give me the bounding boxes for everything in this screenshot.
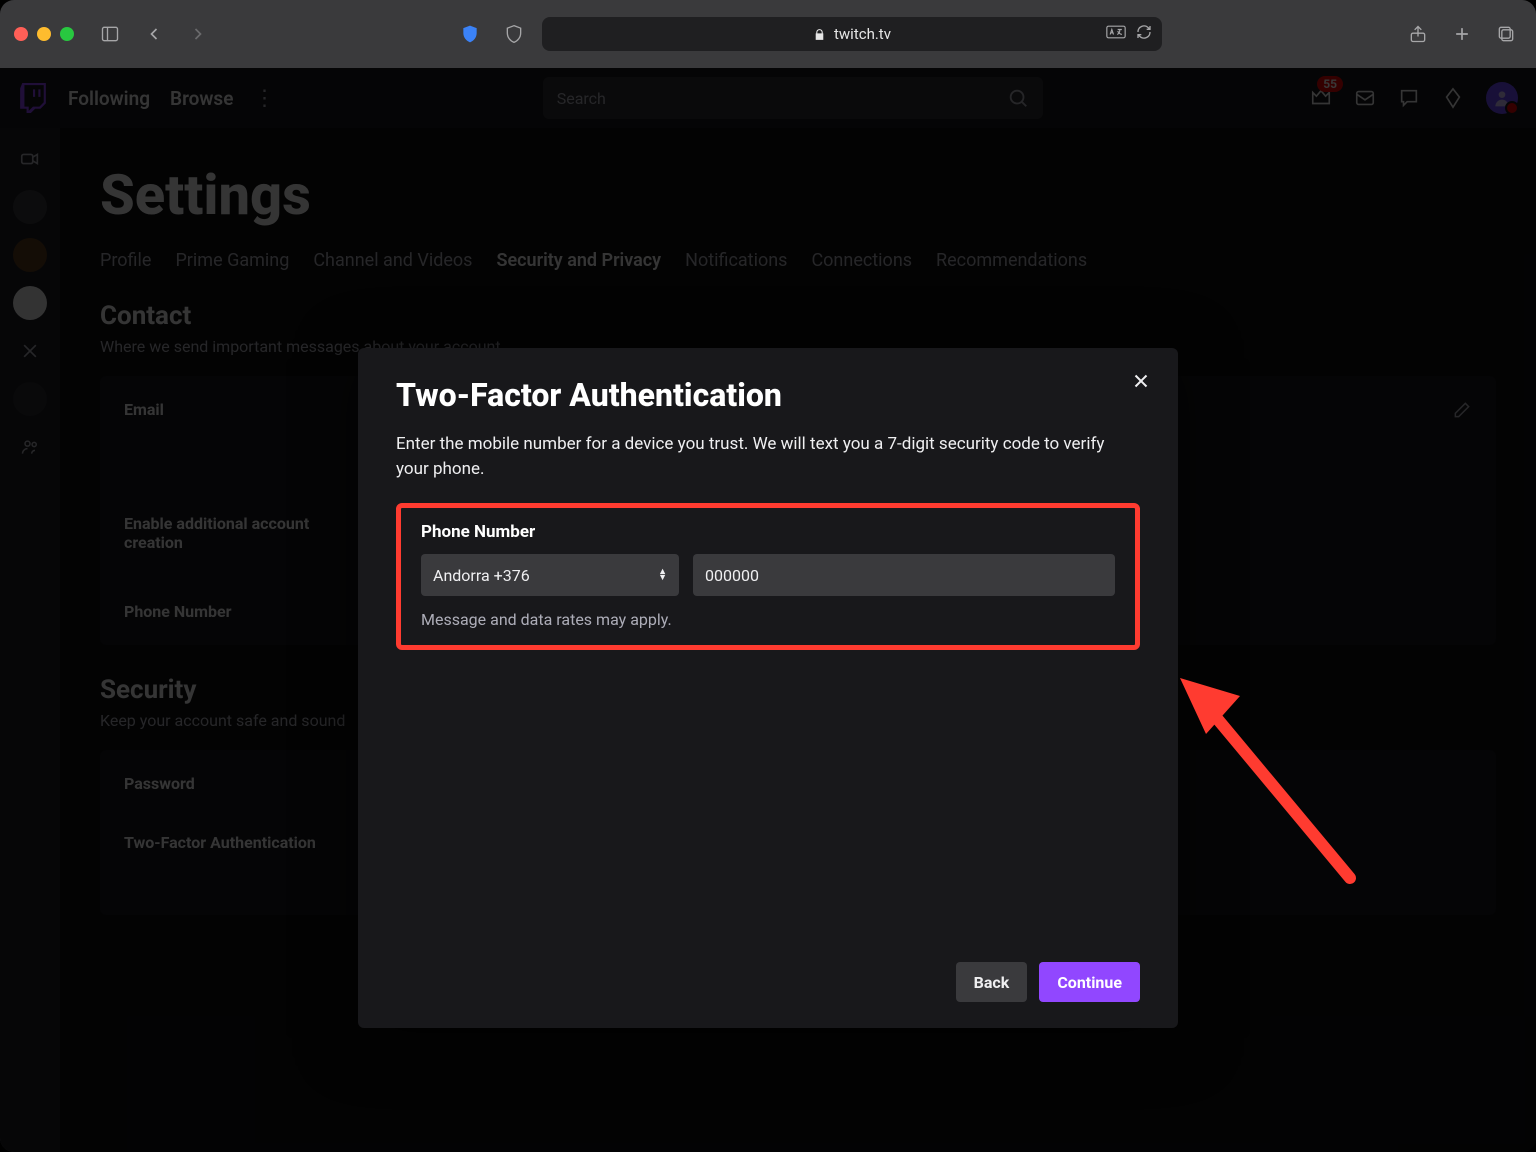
reload-icon[interactable] bbox=[1136, 24, 1152, 44]
browser-window: twitch.tv Following bbox=[0, 0, 1536, 1152]
country-code-select[interactable]: Andorra +376 ▲▼ bbox=[421, 554, 679, 596]
back-button-icon[interactable] bbox=[138, 20, 170, 48]
continue-button[interactable]: Continue bbox=[1039, 962, 1140, 1002]
forward-button-icon bbox=[182, 20, 214, 48]
modal-close-button[interactable] bbox=[1126, 366, 1156, 396]
page: Following Browse ⋮ Search 55 bbox=[0, 68, 1536, 1152]
phone-field-label: Phone Number bbox=[421, 522, 1115, 542]
country-code-value: Andorra +376 bbox=[433, 566, 530, 585]
modal-description: Enter the mobile number for a device you… bbox=[396, 432, 1140, 481]
privacy-shield-icon[interactable] bbox=[454, 20, 486, 48]
window-close-button[interactable] bbox=[14, 27, 28, 41]
tracker-shield-icon[interactable] bbox=[498, 20, 530, 48]
modal-title: Two-Factor Authentication bbox=[396, 376, 1140, 414]
address-bar[interactable]: twitch.tv bbox=[542, 17, 1162, 51]
share-icon[interactable] bbox=[1402, 20, 1434, 48]
two-factor-modal: Two-Factor Authentication Enter the mobi… bbox=[358, 348, 1178, 1028]
highlighted-phone-section: Phone Number Andorra +376 ▲▼ Message and… bbox=[396, 503, 1140, 650]
phone-number-input[interactable] bbox=[693, 554, 1115, 596]
tabs-overview-icon[interactable] bbox=[1490, 20, 1522, 48]
url-text: twitch.tv bbox=[834, 25, 891, 43]
titlebar: twitch.tv bbox=[0, 0, 1536, 68]
translate-icon[interactable] bbox=[1106, 25, 1126, 43]
traffic-lights bbox=[14, 27, 74, 41]
window-maximize-button[interactable] bbox=[60, 27, 74, 41]
sidebar-toggle-icon[interactable] bbox=[94, 20, 126, 48]
lock-icon bbox=[813, 28, 826, 41]
rates-hint: Message and data rates may apply. bbox=[421, 610, 1115, 629]
window-minimize-button[interactable] bbox=[37, 27, 51, 41]
new-tab-icon[interactable] bbox=[1446, 20, 1478, 48]
select-chevrons-icon: ▲▼ bbox=[658, 569, 667, 581]
back-button[interactable]: Back bbox=[956, 962, 1028, 1002]
